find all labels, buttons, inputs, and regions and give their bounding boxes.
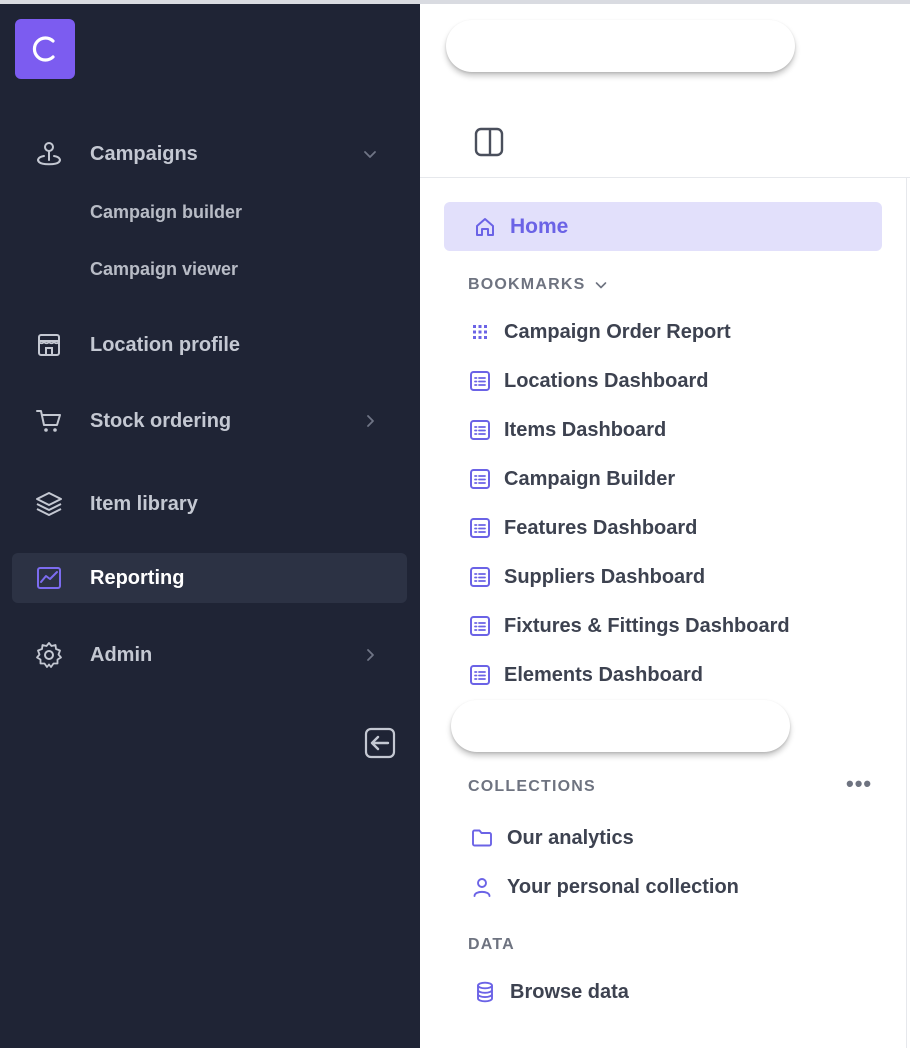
bookmark-item[interactable]: Items Dashboard — [468, 412, 888, 448]
dashboard-icon — [470, 420, 490, 440]
collection-item[interactable]: Our analytics — [468, 820, 888, 856]
database-icon — [477, 981, 493, 1003]
sidebar-item-stock-ordering[interactable]: Stock ordering — [12, 396, 407, 446]
sidebar-item-campaigns[interactable]: Campaigns — [12, 129, 407, 179]
sidebar-item-location-profile[interactable]: Location profile — [12, 320, 407, 370]
sidebar-subitem-campaign-builder[interactable]: Campaign builder — [90, 202, 242, 223]
home-label: Home — [510, 215, 569, 238]
sidebar-toggle-icon[interactable] — [472, 125, 506, 159]
floating-pill[interactable] — [451, 700, 790, 752]
home-icon — [476, 218, 494, 236]
bookmark-label: Campaign Order Report — [504, 321, 731, 343]
bookmark-item[interactable]: Suppliers Dashboard — [468, 559, 888, 595]
bookmark-item[interactable]: Locations Dashboard — [468, 363, 888, 399]
store-icon — [38, 334, 60, 356]
cart-icon — [36, 410, 61, 432]
chevron-right-icon — [367, 649, 374, 661]
dashboard-icon — [470, 371, 490, 391]
collection-item[interactable]: Your personal collection — [468, 869, 888, 905]
sidebar-item-admin[interactable]: Admin — [12, 630, 407, 680]
chart-icon — [37, 567, 61, 589]
bookmark-item[interactable]: Campaign Order Report — [468, 314, 888, 350]
dashboard-icon — [470, 518, 490, 538]
chevron-down-icon — [364, 151, 376, 158]
collapse-left-icon[interactable] — [363, 726, 397, 760]
dashboard-icon — [470, 469, 490, 489]
sidebar-item-label: Campaigns — [90, 143, 198, 165]
bookmarks-header[interactable]: BOOKMARKS — [468, 276, 585, 294]
sidebar-item-label: Admin — [90, 644, 153, 666]
top-border — [0, 0, 910, 4]
sidebar-item-label: Reporting — [90, 567, 185, 589]
dashboard-icon — [470, 665, 490, 685]
layers-icon — [36, 492, 62, 516]
collection-label: Your personal collection — [507, 876, 739, 898]
map-pin-icon — [37, 142, 61, 166]
gear-icon — [36, 642, 62, 668]
folder-icon — [472, 829, 492, 847]
bookmark-item[interactable]: Fixtures & Fittings Dashboard — [468, 608, 888, 644]
sidebar-item-label: Stock ordering — [90, 410, 232, 432]
bookmark-item[interactable]: Features Dashboard — [468, 510, 888, 546]
bookmark-label: Campaign Builder — [504, 468, 676, 490]
home-nav-item[interactable]: Home — [444, 202, 882, 251]
dashboard-icon — [470, 567, 490, 587]
divider — [906, 177, 907, 1048]
collection-label: Our analytics — [507, 827, 634, 849]
data-item-browse[interactable]: Browse data — [468, 974, 888, 1010]
bookmark-label: Items Dashboard — [504, 419, 667, 441]
data-item-label: Browse data — [510, 981, 629, 1003]
more-options-icon[interactable]: ••• — [846, 773, 872, 795]
bookmark-item[interactable]: Elements Dashboard — [468, 657, 888, 693]
collections-header: COLLECTIONS — [468, 778, 596, 795]
logo-c-icon — [32, 36, 55, 62]
bookmark-label: Suppliers Dashboard — [504, 566, 706, 588]
bookmark-label: Locations Dashboard — [504, 370, 709, 392]
sidebar-item-item-library[interactable]: Item library — [12, 479, 407, 529]
person-icon — [473, 878, 491, 897]
bookmark-item[interactable]: Campaign Builder — [468, 461, 888, 497]
app-logo[interactable] — [15, 19, 75, 79]
sidebar-subitem-campaign-viewer[interactable]: Campaign viewer — [90, 259, 238, 280]
bookmark-label: Elements Dashboard — [504, 664, 703, 686]
bookmark-label: Features Dashboard — [504, 517, 698, 539]
sidebar: Campaigns Campaign builder Campaign view… — [0, 4, 420, 1048]
data-header: DATA — [468, 936, 515, 953]
sidebar-item-label: Item library — [90, 493, 198, 515]
search-pill[interactable] — [446, 20, 795, 72]
chevron-right-icon — [367, 415, 374, 427]
sidebar-item-reporting[interactable]: Reporting — [12, 553, 407, 603]
dashboard-icon — [470, 616, 490, 636]
grid-icon — [473, 325, 487, 339]
bookmark-label: Fixtures & Fittings Dashboard — [504, 615, 790, 637]
sidebar-item-label: Location profile — [90, 334, 240, 356]
divider — [420, 177, 910, 178]
chevron-down-icon[interactable] — [594, 278, 608, 292]
